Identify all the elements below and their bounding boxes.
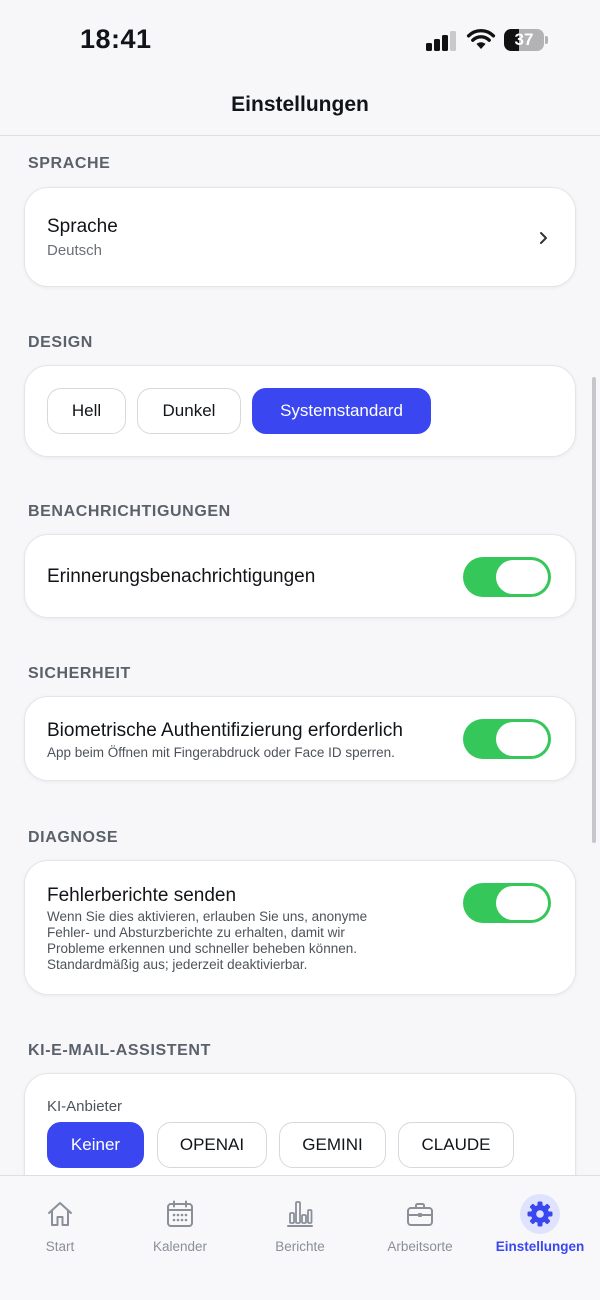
section-title-security: SICHERHEIT <box>28 665 131 682</box>
design-option-light[interactable]: Hell <box>47 388 126 434</box>
home-icon <box>40 1194 80 1234</box>
scrollbar[interactable] <box>592 377 596 843</box>
design-option-dark[interactable]: Dunkel <box>137 388 241 434</box>
tab-calendar[interactable]: Kalender <box>120 1176 240 1276</box>
ai-provider-none[interactable]: Keiner <box>47 1122 144 1168</box>
design-option-system[interactable]: Systemstandard <box>252 388 431 434</box>
tab-start-label: Start <box>45 1239 75 1254</box>
ai-assistant-card: KI-Anbieter Keiner OPENAI GEMINI CLAUDE <box>24 1073 576 1175</box>
error-reports-description-line: Standardmäßig aus; jederzeit deaktivierb… <box>47 957 308 972</box>
page-title: Einstellungen <box>231 93 369 116</box>
language-row[interactable]: Sprache Deutsch <box>24 187 576 287</box>
status-time: 18:41 <box>80 24 152 54</box>
ai-provider-openai[interactable]: OPENAI <box>157 1122 267 1168</box>
language-row-title: Sprache <box>47 216 118 237</box>
battery-level: 37 <box>514 30 534 49</box>
tab-calendar-label: Kalender <box>152 1239 208 1254</box>
notifications-row: Erinnerungsbenachrichtigungen <box>24 534 576 618</box>
gear-icon <box>520 1194 560 1234</box>
section-title-diagnostics: DIAGNOSE <box>28 829 119 846</box>
error-reports-description-line: Probleme erkennen und schneller beheben … <box>47 941 357 956</box>
security-row: Biometrische Authentifizierung erforderl… <box>24 696 576 781</box>
tab-bar: Start Kalender Berichte Arbeitsorte Eins… <box>0 1175 600 1300</box>
battery-icon: 37 <box>504 29 548 51</box>
section-title-language: SPRACHE <box>28 155 111 172</box>
tab-reports-label: Berichte <box>275 1239 325 1254</box>
ai-provider-claude[interactable]: CLAUDE <box>398 1122 514 1168</box>
briefcase-icon <box>400 1194 440 1234</box>
calendar-icon <box>160 1194 200 1234</box>
language-row-value: Deutsch <box>47 242 103 259</box>
biometric-row-title: Biometrische Authentifizierung erforderl… <box>47 720 403 741</box>
design-card: Hell Dunkel Systemstandard <box>24 365 576 457</box>
cellular-signal-icon <box>426 31 458 51</box>
bar-chart-icon <box>280 1194 320 1234</box>
tab-workplaces[interactable]: Arbeitsorte <box>360 1176 480 1276</box>
wifi-icon <box>466 28 496 50</box>
section-title-design: DESIGN <box>28 334 93 351</box>
biometric-auth-toggle[interactable] <box>463 719 551 759</box>
ai-provider-label: KI-Anbieter <box>47 1098 123 1115</box>
error-reports-toggle[interactable] <box>463 883 551 923</box>
biometric-row-description: App beim Öffnen mit Fingerabdruck oder F… <box>47 745 395 760</box>
tab-start[interactable]: Start <box>0 1176 120 1276</box>
status-bar: 18:41 37 <box>0 0 600 80</box>
chevron-right-icon <box>540 232 547 244</box>
error-reports-description-line: Wenn Sie dies aktivieren, erlauben Sie u… <box>47 909 368 924</box>
tab-settings-label: Einstellungen <box>495 1239 585 1254</box>
diagnostics-row: Fehlerberichte senden Wenn Sie dies akti… <box>24 860 576 995</box>
tab-settings[interactable]: Einstellungen <box>480 1176 600 1276</box>
notifications-row-title: Erinnerungsbenachrichtigungen <box>47 566 316 587</box>
section-title-ai-assistant: KI-E-MAIL-ASSISTENT <box>28 1042 211 1059</box>
error-reports-row-title: Fehlerberichte senden <box>47 885 237 906</box>
ai-provider-gemini[interactable]: GEMINI <box>279 1122 386 1168</box>
error-reports-description: Wenn Sie dies aktivieren, erlauben Sie u… <box>47 909 447 973</box>
reminder-notifications-toggle[interactable] <box>463 557 551 597</box>
section-title-notifications: BENACHRICHTIGUNGEN <box>28 503 231 520</box>
error-reports-description-line: Fehler- und Absturzberichte zu erhalten,… <box>47 925 345 940</box>
page-header: Einstellungen <box>0 80 600 136</box>
settings-scroll-area[interactable]: SPRACHE Sprache Deutsch DESIGN Hell Dunk… <box>0 137 600 1175</box>
tab-workplaces-label: Arbeitsorte <box>387 1239 453 1254</box>
tab-reports[interactable]: Berichte <box>240 1176 360 1276</box>
